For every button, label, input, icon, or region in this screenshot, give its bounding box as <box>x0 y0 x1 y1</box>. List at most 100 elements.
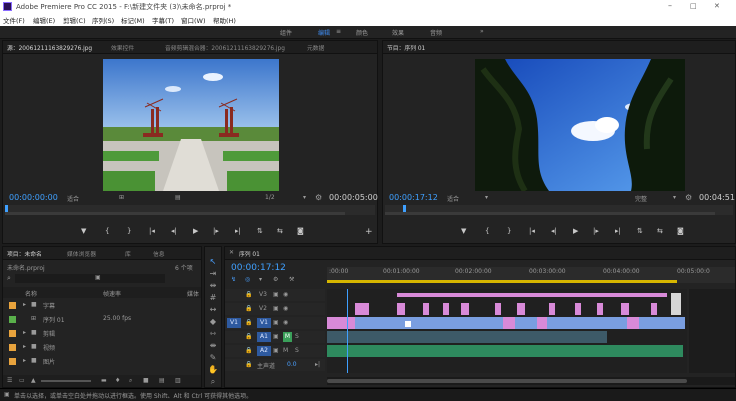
clip-v1[interactable] <box>627 317 639 329</box>
new-item-icon[interactable]: ▤ <box>159 377 165 384</box>
tab-source[interactable]: 源：20061211163829276.jpg <box>7 43 92 52</box>
program-fit-select[interactable]: 适合 <box>447 194 459 203</box>
source-timecode[interactable]: 00:00:00:00 <box>9 193 58 202</box>
menu-clip[interactable]: 剪辑(C) <box>63 15 86 25</box>
step-forward-icon[interactable]: |▸ <box>213 227 219 235</box>
workspace-overflow-icon[interactable]: » <box>480 28 484 35</box>
program-step-forward-icon[interactable]: |▸ <box>593 227 599 235</box>
clip-v2[interactable] <box>495 303 501 315</box>
menu-sequence[interactable]: 序列(S) <box>92 15 114 25</box>
list-view-icon[interactable]: ☰ <box>7 377 12 384</box>
program-wrench-icon[interactable]: ⚙ <box>685 193 692 202</box>
track-select-tool-icon[interactable]: ⇥ <box>208 269 218 279</box>
extract-icon[interactable]: ⇆ <box>657 227 663 235</box>
menu-marker[interactable]: 标记(M) <box>121 15 145 25</box>
track-label[interactable]: A2 <box>257 346 271 356</box>
timeline-ruler[interactable]: :00:00 00:01:00:00 00:02:00:00 00:03:00:… <box>327 267 735 283</box>
play-icon[interactable]: ▶ <box>193 227 198 235</box>
program-mark-out-icon[interactable]: } <box>507 227 511 235</box>
go-to-in-icon[interactable]: |◂ <box>149 227 155 235</box>
minimize-icon[interactable]: – <box>668 1 672 10</box>
col-media-header[interactable]: 媒体 <box>187 289 199 298</box>
toggle-sync-icon[interactable]: ▣ <box>273 305 279 312</box>
tab-info[interactable]: 信息 <box>153 249 165 258</box>
tab-sequence[interactable]: 序列 01 <box>239 249 260 258</box>
tab-audio-clip-mixer[interactable]: 音频剪辑混合器：20061211163829276.jpg <box>165 43 285 52</box>
program-add-marker-icon[interactable]: ▼ <box>461 227 466 235</box>
expand-arrow-icon[interactable]: ▸ <box>23 357 26 364</box>
clip-v2[interactable] <box>397 303 405 315</box>
close-icon[interactable]: ✕ <box>714 2 720 10</box>
clip-v2[interactable] <box>549 303 555 315</box>
source-export-icon[interactable]: ▤ <box>175 194 181 201</box>
workspace-effects[interactable]: 效果 <box>392 28 404 37</box>
clip-a1[interactable] <box>327 331 607 343</box>
source-time-ruler[interactable] <box>5 205 375 215</box>
toggle-sync-icon[interactable]: ▣ <box>273 333 279 340</box>
menu-window[interactable]: 窗口(W) <box>181 15 206 25</box>
solo-button[interactable]: S <box>295 347 299 354</box>
export-frame-icon[interactable]: ◙ <box>297 227 304 235</box>
lift-icon[interactable]: ⇅ <box>637 227 643 235</box>
list-item[interactable]: ▸ ■ 视频 <box>3 341 201 355</box>
lock-icon[interactable]: 🔒 <box>245 319 252 326</box>
new-bin-icon[interactable]: ■ <box>143 377 149 384</box>
tab-project[interactable]: 项目：未命名 <box>7 249 42 258</box>
work-area-bar[interactable] <box>327 280 677 283</box>
tab-media-browser[interactable]: 媒体浏览器 <box>67 249 96 258</box>
slide-tool-icon[interactable]: ⇼ <box>208 341 218 351</box>
workspace-assembly[interactable]: 组件 <box>280 28 292 37</box>
program-time-ruler[interactable] <box>385 205 733 215</box>
tab-libraries[interactable]: 库 <box>125 249 131 258</box>
master-volume[interactable]: 0.0 <box>287 361 297 368</box>
timeline-playhead[interactable] <box>347 289 348 373</box>
source-add-button-icon[interactable]: + <box>365 227 373 237</box>
menu-title[interactable]: 字幕(T) <box>152 15 174 25</box>
mark-in-icon[interactable]: { <box>105 227 109 235</box>
source-zoom-bar[interactable] <box>5 212 345 215</box>
selection-tool-icon[interactable]: ↖ <box>208 257 218 267</box>
rolling-edit-tool-icon[interactable]: # <box>208 293 218 303</box>
clip-v1[interactable] <box>503 317 515 329</box>
add-marker-icon[interactable]: ▼ <box>81 227 86 235</box>
sort-icon[interactable]: ▬ <box>101 377 107 384</box>
new-bin-search-icon[interactable]: ▣ <box>95 274 101 281</box>
list-item[interactable]: ▸ ■ 字幕 <box>3 299 201 313</box>
lock-icon[interactable]: 🔒 <box>245 333 252 340</box>
mark-out-icon[interactable]: } <box>127 227 131 235</box>
pen-tool-icon[interactable]: ✎ <box>208 353 218 363</box>
clip-v2[interactable] <box>651 303 657 315</box>
workspace-menu-icon[interactable]: ≡ <box>336 28 341 35</box>
track-label[interactable]: A1 <box>257 332 271 342</box>
clip-a2[interactable] <box>327 345 683 357</box>
icon-view-icon[interactable]: ▭ <box>19 377 25 384</box>
program-zoom-bar[interactable] <box>385 212 715 215</box>
lock-icon[interactable]: 🔒 <box>245 291 252 298</box>
overwrite-icon[interactable]: ⇆ <box>277 227 283 235</box>
menu-edit[interactable]: 编辑(E) <box>33 15 55 25</box>
program-fit-dropdown-icon[interactable]: ▾ <box>485 194 488 201</box>
expand-arrow-icon[interactable]: ▸ <box>23 301 26 308</box>
source-ratio-select[interactable]: 1/2 <box>265 194 275 201</box>
linked-selection-icon[interactable]: ◎ <box>245 276 250 283</box>
source-patch-v1[interactable]: V1 <box>227 318 241 328</box>
source-ratio-dropdown-icon[interactable]: ▾ <box>303 194 306 201</box>
maximize-icon[interactable]: □ <box>690 2 697 10</box>
source-settings-icon[interactable]: ⊞ <box>119 194 124 201</box>
trash-icon[interactable]: ▥ <box>175 377 181 384</box>
list-item[interactable]: ⊞ 序列 01 25.00 fps <box>3 313 201 327</box>
clip-v1[interactable] <box>327 317 355 329</box>
mute-button[interactable]: M <box>283 347 288 354</box>
clip-v2[interactable] <box>517 303 525 315</box>
toggle-sync-icon[interactable]: ▣ <box>273 291 279 298</box>
go-to-out-icon[interactable]: ▸| <box>235 227 241 235</box>
expand-arrow-icon[interactable]: ▸ <box>23 343 26 350</box>
menu-help[interactable]: 帮助(H) <box>213 15 236 25</box>
program-go-to-in-icon[interactable]: |◂ <box>529 227 535 235</box>
program-go-to-out-icon[interactable]: ▸| <box>615 227 621 235</box>
program-timecode[interactable]: 00:00:17:12 <box>389 193 438 202</box>
mute-button[interactable]: M <box>283 332 292 342</box>
list-item[interactable]: ▸ ■ 剪辑 <box>3 327 201 341</box>
source-fit-select[interactable]: 适合 <box>67 194 79 203</box>
insert-icon[interactable]: ⇅ <box>257 227 263 235</box>
